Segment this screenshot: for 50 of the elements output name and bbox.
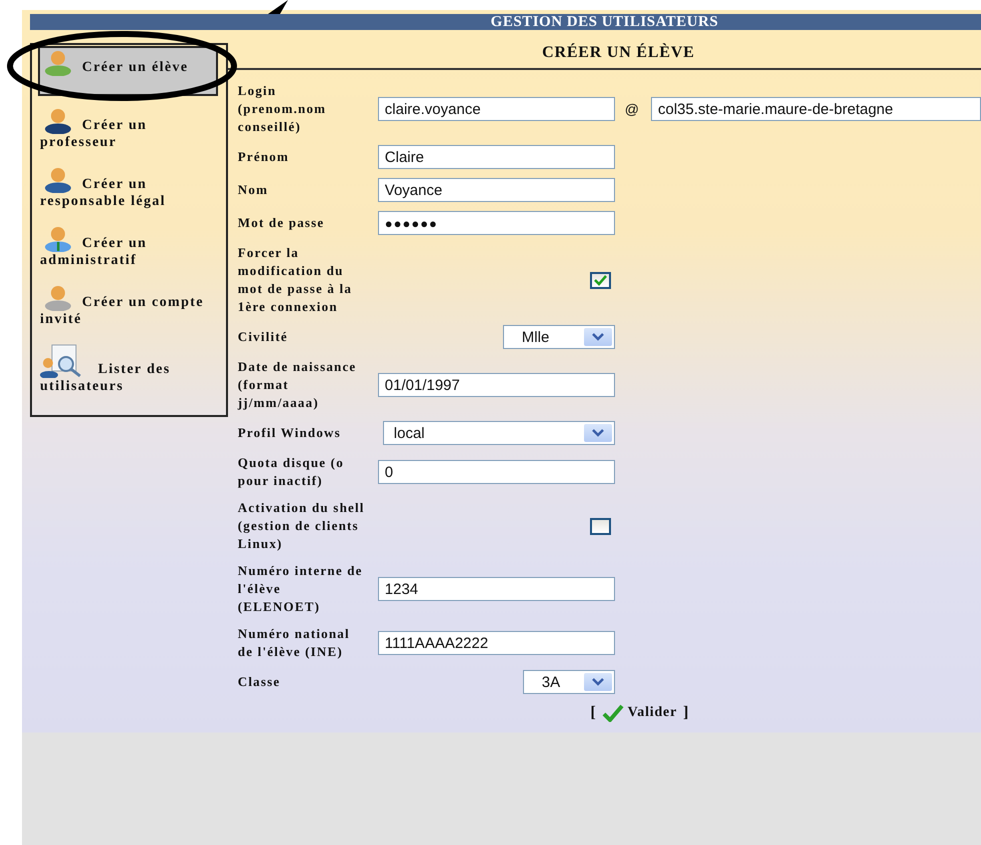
field-label: Profil Windows (238, 424, 342, 442)
field-label: Forcer la modification du mot de passe à la 1ère connexion (238, 244, 354, 316)
user-icon (44, 226, 72, 252)
chevron-down-icon (592, 678, 604, 686)
check-icon (594, 274, 607, 286)
user-icon (44, 285, 72, 311)
input-field[interactable]: 1234 (378, 577, 615, 601)
sidebar-item[interactable]: Créer un responsable légal (38, 163, 218, 214)
dropdown[interactable]: Mlle (502, 325, 615, 349)
input-field[interactable]: 1111AAAA2222 (378, 631, 615, 655)
field-label: Classe (238, 673, 282, 691)
sidebar-item[interactable]: Créer un administratif (38, 222, 218, 273)
header-bar: GESTION DES UTILISATEURS (30, 14, 981, 30)
field-label: Login (prenom.nom conseillé) (238, 82, 328, 136)
domain-field[interactable]: col35.ste-marie.maure-de-bretagne (651, 97, 981, 121)
user-icon (44, 50, 72, 76)
input-field[interactable]: Voyance (378, 178, 615, 202)
at-sign: @ (624, 101, 639, 117)
chevron-down-icon (592, 429, 604, 437)
checkbox[interactable] (590, 518, 611, 534)
field-label: Date de naissance (format jj/mm/aaaa) (238, 358, 358, 412)
sidebar-item[interactable]: Créer un élève (38, 46, 218, 96)
check-icon (602, 704, 624, 722)
input-field[interactable]: 0 (378, 460, 615, 484)
user-icon (44, 108, 72, 134)
field-label: Numéro national de l'élève (INE) (238, 625, 351, 661)
dropdown[interactable]: 3A (522, 670, 615, 694)
arrow-icon (268, 0, 288, 14)
input-field[interactable]: Claire (378, 145, 615, 169)
field-label: Numéro interne de l'élève (ELENOET) (238, 562, 364, 616)
field-label: Prénom (238, 148, 290, 166)
checkbox[interactable] (590, 272, 611, 288)
sidebar-item[interactable]: Créer un professeur (38, 104, 218, 155)
form-title: CRÉER UN ÉLÈVE (541, 42, 696, 63)
chevron-down-icon (592, 333, 604, 341)
field-label: Mot de passe (238, 214, 326, 232)
field-label: Civilité (238, 328, 289, 346)
sidebar-item[interactable]: Lister des utilisateurs (38, 340, 218, 399)
dropdown[interactable]: local (382, 421, 615, 445)
submit-link[interactable]: Valider (602, 704, 678, 722)
input-field[interactable]: claire.voyance (378, 97, 615, 121)
user-icon (44, 167, 72, 193)
bracket: [ (590, 704, 596, 722)
field-label: Activation du shell (gestion de clients Linux) (238, 499, 366, 553)
sidebar-item[interactable]: Créer un compte invité (38, 281, 218, 332)
field-label: Nom (238, 181, 270, 199)
password-field[interactable]: ●●●●●● (378, 211, 615, 235)
bracket: ] (683, 704, 688, 722)
input-field[interactable]: 01/01/1997 (378, 373, 615, 397)
field-label: Quota disque (o pour inactif) (238, 454, 345, 490)
